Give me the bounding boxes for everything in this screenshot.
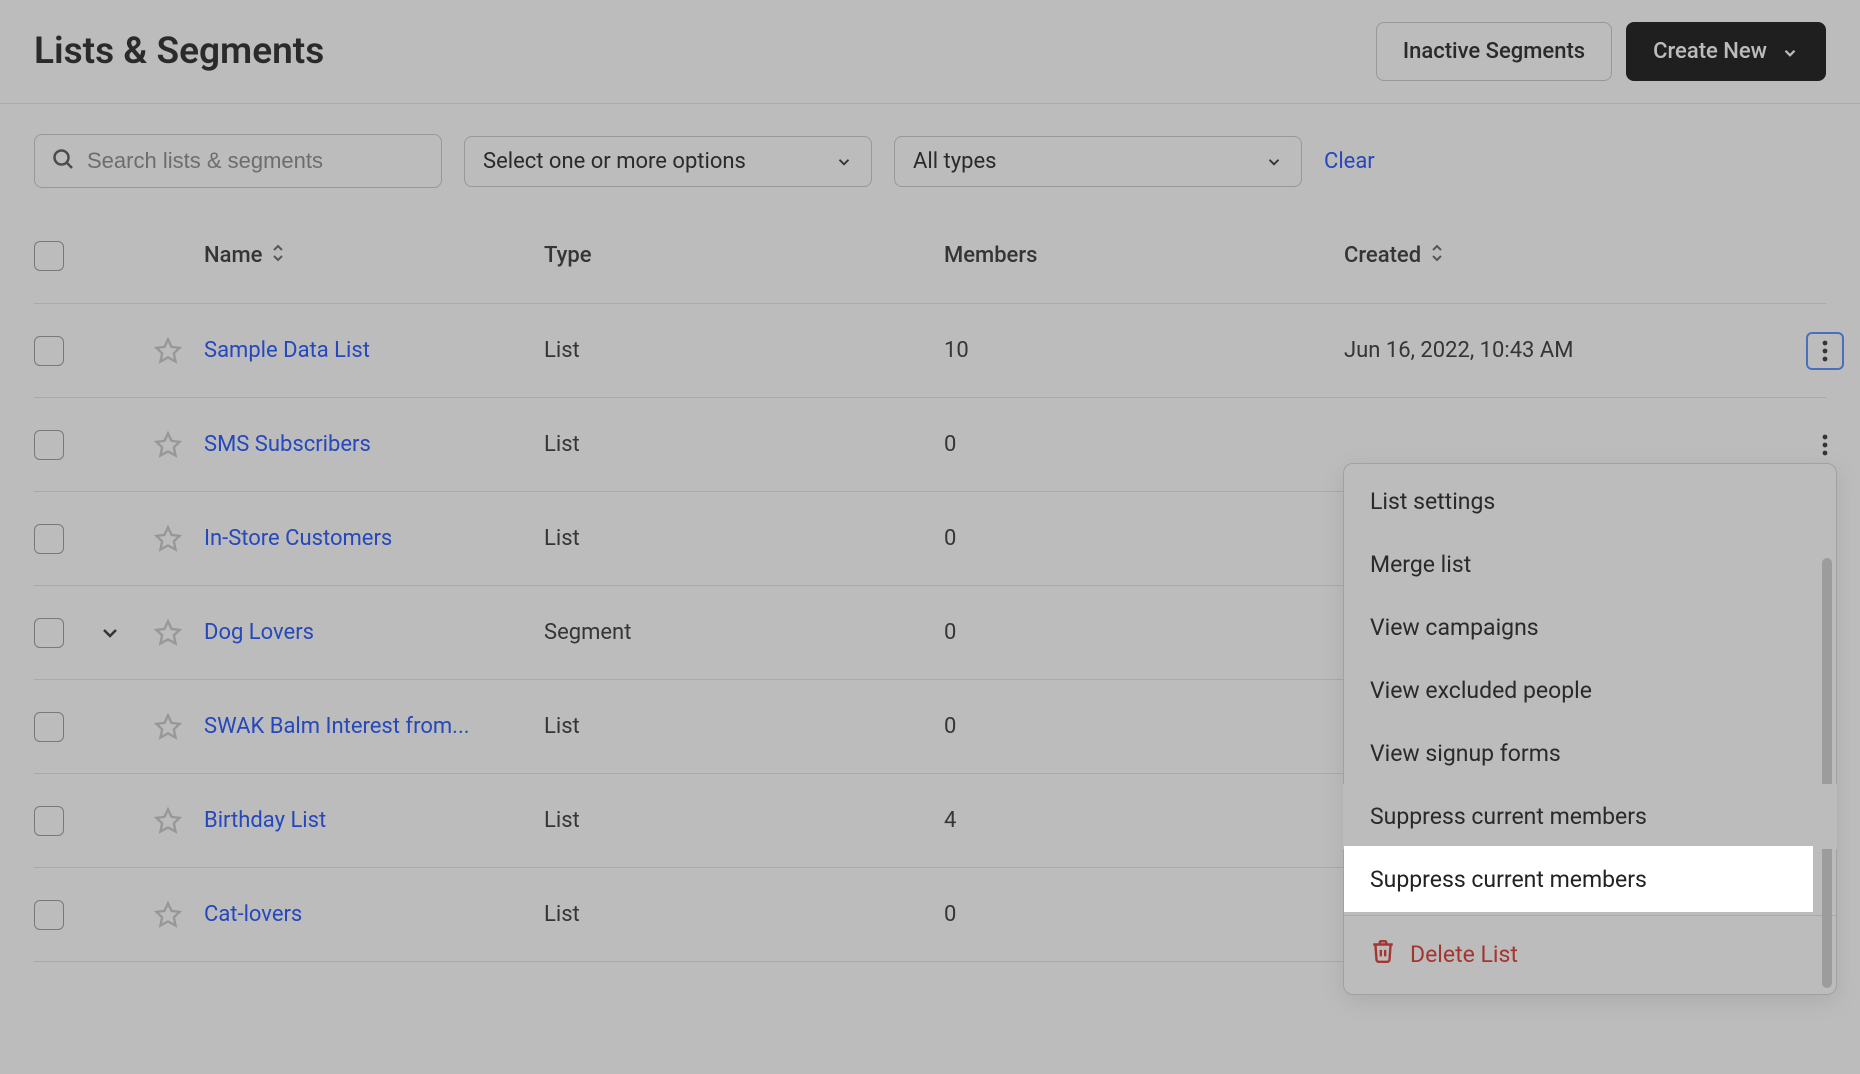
create-new-label: Create New <box>1653 39 1767 64</box>
row-name-link[interactable]: SWAK Balm Interest from... <box>204 714 470 739</box>
search-input-wrap[interactable] <box>34 134 442 188</box>
menu-item-suppress-current-members[interactable]: Suppress current members <box>1344 785 1836 848</box>
menu-scrollbar[interactable] <box>1822 558 1832 988</box>
chevron-down-icon <box>1781 43 1799 61</box>
clear-filters-link[interactable]: Clear <box>1324 149 1375 174</box>
menu-item-delete-label: Delete List <box>1410 941 1518 968</box>
row-checkbox[interactable] <box>34 900 64 930</box>
row-type: List <box>544 526 944 551</box>
column-header-type: Type <box>544 243 944 268</box>
row-members: 4 <box>944 808 1344 833</box>
row-checkbox[interactable] <box>34 618 64 648</box>
row-type: List <box>544 432 944 457</box>
row-type: List <box>544 714 944 739</box>
star-icon[interactable] <box>154 431 182 459</box>
menu-item-view-campaigns[interactable]: View campaigns <box>1344 596 1836 659</box>
star-icon[interactable] <box>154 807 182 835</box>
chevron-down-icon <box>1265 152 1283 170</box>
row-members: 0 <box>944 432 1344 457</box>
chevron-down-icon <box>835 152 853 170</box>
inactive-segments-label: Inactive Segments <box>1403 39 1585 64</box>
table-header-row: Name Type Members Created <box>34 208 1826 304</box>
column-header-name[interactable]: Name <box>204 243 544 269</box>
row-checkbox[interactable] <box>34 430 64 460</box>
row-name-link[interactable]: Cat-lovers <box>204 902 302 927</box>
star-icon[interactable] <box>154 713 182 741</box>
star-icon[interactable] <box>154 337 182 365</box>
sort-icon <box>270 243 286 269</box>
star-icon[interactable] <box>154 619 182 647</box>
row-checkbox[interactable] <box>34 712 64 742</box>
search-icon <box>51 147 75 175</box>
row-members: 0 <box>944 620 1344 645</box>
row-more-button[interactable] <box>1806 426 1844 464</box>
row-members: 10 <box>944 338 1344 363</box>
menu-item-view-signup-forms[interactable]: View signup forms <box>1344 722 1836 785</box>
menu-item-view-excluded-people[interactable]: View excluded people <box>1344 659 1836 722</box>
row-members: 0 <box>944 714 1344 739</box>
row-type: List <box>544 338 944 363</box>
create-new-button[interactable]: Create New <box>1626 22 1826 81</box>
column-name-label: Name <box>204 243 262 268</box>
row-more-button[interactable] <box>1806 332 1844 370</box>
expand-chevron-icon[interactable] <box>94 617 126 649</box>
column-header-members: Members <box>944 243 1344 268</box>
row-type: Segment <box>544 620 944 645</box>
menu-item-delete-list[interactable]: Delete List <box>1344 920 1836 988</box>
menu-item-merge-list[interactable]: Merge list <box>1344 533 1836 596</box>
row-members: 0 <box>944 526 1344 551</box>
inactive-segments-button[interactable]: Inactive Segments <box>1376 22 1612 81</box>
row-name-link[interactable]: SMS Subscribers <box>204 432 371 457</box>
row-created: Jun 16, 2022, 10:43 AM <box>1344 338 1784 363</box>
menu-item-unsuppress-current-members[interactable]: Unsuppress current members <box>1344 848 1836 911</box>
row-members: 0 <box>944 902 1344 927</box>
trash-icon <box>1370 938 1396 970</box>
row-checkbox[interactable] <box>34 336 64 366</box>
row-checkbox[interactable] <box>34 524 64 554</box>
row-name-link[interactable]: Birthday List <box>204 808 326 833</box>
tag-filter-label: Select one or more options <box>483 149 746 174</box>
tag-filter-select[interactable]: Select one or more options <box>464 136 872 187</box>
search-input[interactable] <box>87 148 425 174</box>
row-checkbox[interactable] <box>34 806 64 836</box>
row-type: List <box>544 902 944 927</box>
star-icon[interactable] <box>154 525 182 553</box>
row-name-link[interactable]: In-Store Customers <box>204 526 392 551</box>
table-row: Sample Data List List10Jun 16, 2022, 10:4… <box>34 304 1826 398</box>
select-all-checkbox[interactable] <box>34 241 64 271</box>
page-title: Lists & Segments <box>34 30 324 73</box>
row-name-link[interactable]: Dog Lovers <box>204 620 314 645</box>
star-icon[interactable] <box>154 901 182 929</box>
column-header-created[interactable]: Created <box>1344 243 1784 269</box>
menu-item-list-settings[interactable]: List settings <box>1344 470 1836 533</box>
row-type: List <box>544 808 944 833</box>
type-filter-select[interactable]: All types <box>894 136 1302 187</box>
row-name-link[interactable]: Sample Data List <box>204 338 370 363</box>
type-filter-label: All types <box>913 149 997 174</box>
row-actions-menu: List settingsMerge listView campaignsVie… <box>1343 463 1837 995</box>
column-created-label: Created <box>1344 243 1421 268</box>
menu-separator <box>1344 915 1836 916</box>
sort-icon <box>1429 243 1445 269</box>
